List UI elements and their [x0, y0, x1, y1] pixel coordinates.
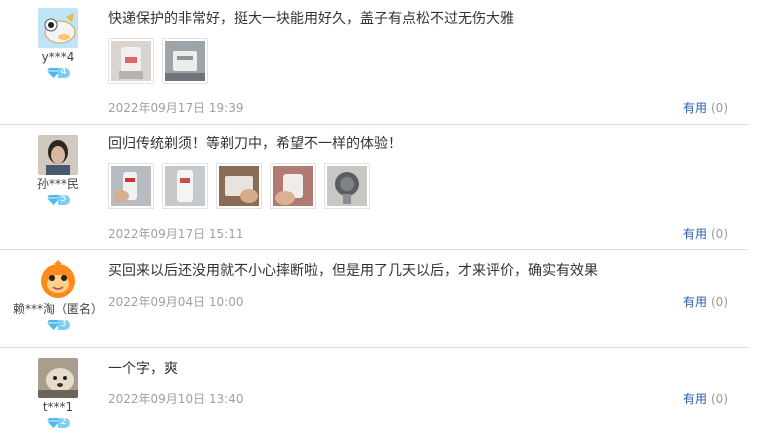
- review-image-thumbnail[interactable]: [162, 38, 208, 84]
- review-image-thumbnail[interactable]: [324, 163, 370, 209]
- review-list: y***4 4 快递保护的非常好，挺大一块能用好久，盖子有点松不过无伤大雅 20…: [0, 0, 757, 444]
- review-item: t***1 2 一个字，爽 2022年09月10日 13:40 有用 (0): [0, 348, 748, 444]
- useful-button[interactable]: 有用 (0): [683, 293, 728, 310]
- reviewer-info: 赖***淘（匿名） 3: [0, 260, 116, 330]
- useful-label[interactable]: 有用: [683, 392, 707, 406]
- level-number: 5: [57, 195, 70, 205]
- member-level-badge: 4: [46, 68, 70, 78]
- level-number: 3: [57, 320, 70, 330]
- member-level-badge: 3: [46, 320, 70, 330]
- avatar[interactable]: [38, 8, 78, 48]
- review-date: 2022年09月17日 15:11: [108, 227, 244, 241]
- useful-button[interactable]: 有用 (0): [683, 225, 728, 242]
- member-level-badge: 5: [46, 195, 70, 205]
- review-date: 2022年09月17日 19:39: [108, 101, 244, 115]
- review-image-thumbnail[interactable]: [162, 163, 208, 209]
- useful-label[interactable]: 有用: [683, 101, 707, 115]
- avatar[interactable]: [38, 260, 78, 300]
- username: 孙***民: [36, 177, 79, 191]
- review-image-thumbnail[interactable]: [108, 38, 154, 84]
- review-image-thumbnail[interactable]: [216, 163, 262, 209]
- useful-count: (0): [711, 227, 728, 241]
- review-text: 回归传统剃须！等剃刀中，希望不一样的体验！: [108, 136, 402, 152]
- useful-label[interactable]: 有用: [683, 295, 707, 309]
- review-images: [108, 38, 748, 84]
- useful-count: (0): [711, 295, 728, 309]
- username: y***4: [41, 50, 75, 64]
- level-number: 2: [57, 418, 70, 428]
- username: 赖***淘（匿名）: [12, 302, 103, 316]
- review-date: 2022年09月10日 13:40: [108, 392, 244, 406]
- useful-button[interactable]: 有用 (0): [683, 99, 728, 116]
- review-text: 买回来以后还没用就不小心摔断啦，但是用了几天以后，才来评价，确实有效果: [108, 263, 598, 279]
- review-date: 2022年09月04日 10:00: [108, 295, 244, 309]
- useful-count: (0): [711, 101, 728, 115]
- avatar[interactable]: [38, 135, 78, 175]
- review-text: 快递保护的非常好，挺大一块能用好久，盖子有点松不过无伤大雅: [108, 11, 514, 27]
- review-item: 赖***淘（匿名） 3 买回来以后还没用就不小心摔断啦，但是用了几天以后，才来评…: [0, 250, 748, 348]
- review-image-thumbnail[interactable]: [270, 163, 316, 209]
- useful-button[interactable]: 有用 (0): [683, 390, 728, 407]
- level-number: 4: [57, 68, 70, 78]
- member-level-badge: 2: [46, 418, 70, 428]
- reviewer-info: t***1 2: [0, 358, 116, 428]
- review-image-thumbnail[interactable]: [108, 163, 154, 209]
- review-item: y***4 4 快递保护的非常好，挺大一块能用好久，盖子有点松不过无伤大雅 20…: [0, 0, 748, 125]
- avatar[interactable]: [38, 358, 78, 398]
- reviewer-info: y***4 4: [0, 8, 116, 78]
- username: t***1: [42, 400, 74, 414]
- reviewer-info: 孙***民 5: [0, 135, 116, 205]
- review-images: [108, 163, 748, 209]
- useful-count: (0): [711, 392, 728, 406]
- review-item: 孙***民 5 回归传统剃须！等剃刀中，希望不一样的体验！ 2022年09月17…: [0, 125, 748, 250]
- useful-label[interactable]: 有用: [683, 227, 707, 241]
- review-text: 一个字，爽: [108, 361, 178, 377]
